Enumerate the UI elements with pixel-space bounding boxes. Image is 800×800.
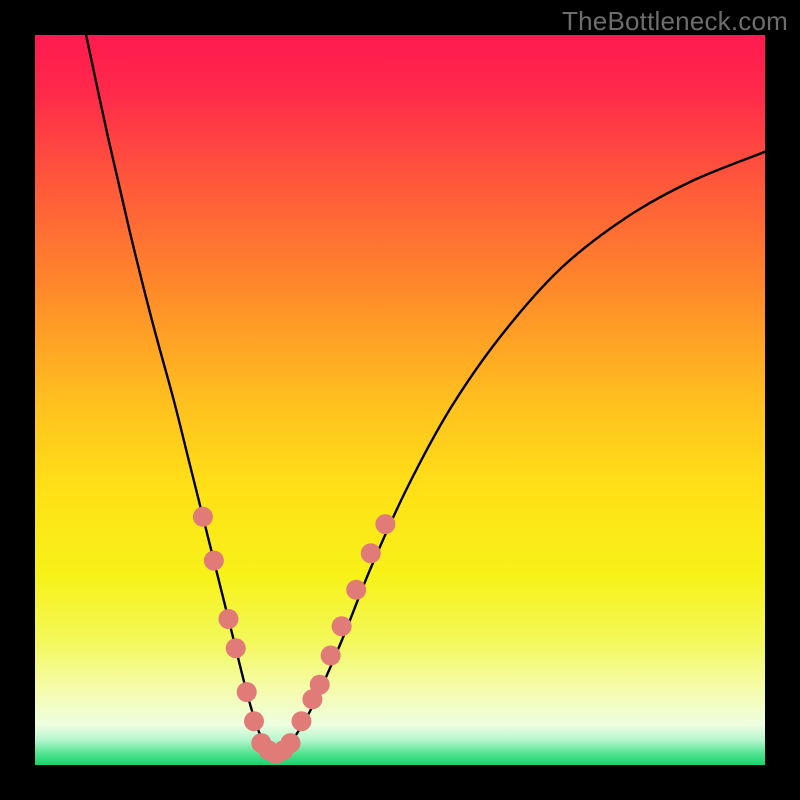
outer-frame: TheBottleneck.com (0, 0, 800, 800)
marker-dot (281, 733, 301, 753)
marker-dot (204, 551, 224, 571)
plot-area (35, 35, 765, 765)
marker-dot (244, 711, 264, 731)
marker-dot (375, 514, 395, 534)
marker-dot (346, 580, 366, 600)
marker-dot (321, 646, 341, 666)
marker-dot (193, 507, 213, 527)
marker-dot (218, 609, 238, 629)
chart-svg (35, 35, 765, 765)
gradient-background (35, 35, 765, 765)
marker-dot (332, 616, 352, 636)
marker-dot (361, 543, 381, 563)
marker-dot (237, 682, 257, 702)
marker-dot (291, 711, 311, 731)
marker-dot (226, 638, 246, 658)
watermark-text: TheBottleneck.com (562, 6, 788, 37)
marker-dot (310, 675, 330, 695)
